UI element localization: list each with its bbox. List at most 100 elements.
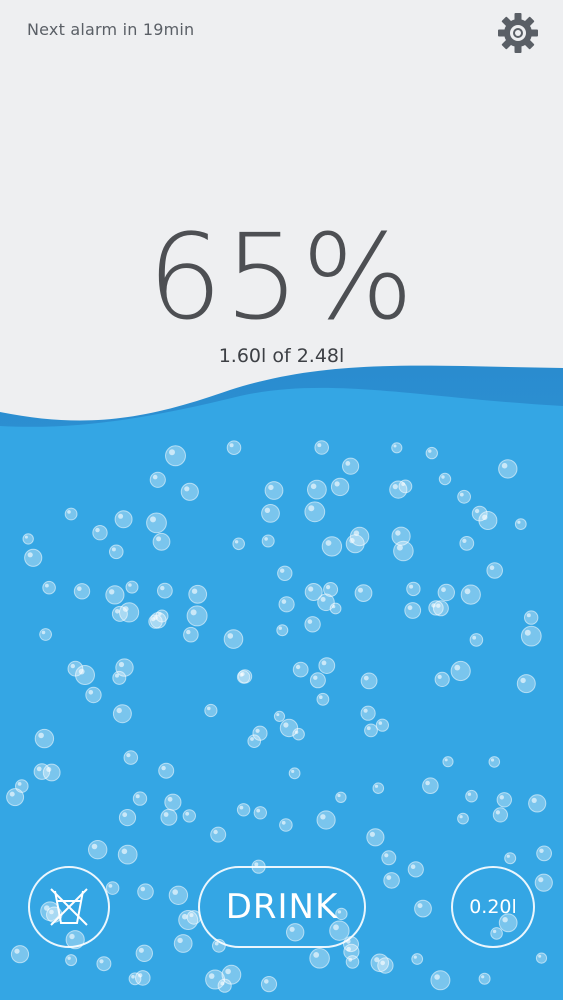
bubble-highlight: [334, 481, 340, 487]
bubble-highlight: [118, 661, 125, 668]
bubble: [92, 525, 108, 541]
bubble-highlight: [462, 538, 467, 543]
bubble: [457, 489, 472, 504]
bubble: [22, 533, 34, 545]
bubble: [217, 978, 232, 993]
bubble: [292, 727, 305, 741]
bubble-highlight: [317, 443, 322, 448]
settings-button[interactable]: [495, 10, 541, 56]
bubble-highlight: [256, 808, 261, 813]
bubble-highlight: [88, 690, 94, 695]
bubble: [278, 596, 295, 613]
bubble-highlight: [308, 586, 314, 592]
bubble: [425, 446, 438, 460]
bubble: [342, 457, 360, 475]
bubble-highlight: [348, 957, 353, 962]
bubble-highlight: [163, 812, 169, 817]
bubble: [345, 955, 360, 969]
bubble: [514, 518, 527, 531]
bubble-highlight: [434, 974, 440, 980]
bubble-highlight: [441, 475, 445, 479]
bubble-highlight: [295, 664, 301, 670]
bubble: [496, 792, 512, 808]
bubble-highlight: [239, 805, 244, 810]
bubble: [438, 472, 452, 486]
bubble-highlight: [472, 635, 477, 640]
bubble-highlight: [36, 766, 42, 772]
bubble: [478, 972, 491, 985]
bubble-highlight: [489, 565, 495, 570]
bubble-highlight: [190, 609, 197, 616]
volume-selector-button[interactable]: 0.20l: [451, 866, 535, 948]
bubble: [88, 840, 108, 860]
bubble: [288, 767, 301, 780]
bubble: [520, 625, 542, 647]
bubble-highlight: [363, 675, 369, 681]
bubble-highlight: [45, 583, 49, 588]
bubble-highlight: [531, 797, 537, 803]
bubble: [528, 794, 547, 813]
bubble: [73, 583, 91, 600]
bubble: [486, 562, 504, 579]
gear-icon: [498, 13, 538, 53]
bubble: [182, 809, 197, 823]
bubble: [125, 580, 139, 594]
bubble-highlight: [250, 737, 254, 741]
bubble-highlight: [384, 853, 389, 858]
bubble: [314, 440, 330, 455]
next-alarm-text: Next alarm in 19min: [27, 20, 195, 39]
bubble: [273, 710, 286, 722]
bubble-highlight: [276, 713, 280, 717]
bubble-highlight: [349, 537, 355, 544]
bubble-highlight: [121, 848, 128, 855]
bubble-highlight: [280, 568, 285, 573]
bubble-highlight: [345, 461, 351, 466]
bubble: [111, 605, 128, 622]
bubble-highlight: [152, 474, 158, 480]
top-bar: Next alarm in 19min: [0, 0, 563, 64]
bubble: [112, 704, 132, 724]
bubble: [118, 809, 137, 827]
bubble-highlight: [138, 973, 143, 978]
bubble: [422, 777, 439, 795]
bubble-highlight: [320, 596, 326, 602]
bubble-highlight: [255, 728, 260, 733]
no-glass-icon: [50, 888, 88, 926]
bubble-highlight: [281, 599, 287, 604]
bubble-highlight: [459, 492, 464, 497]
bubble: [155, 609, 169, 623]
bubble-highlight: [459, 815, 463, 819]
bubble-highlight: [283, 722, 289, 728]
bubble: [253, 806, 267, 820]
bubble-highlight: [91, 843, 98, 850]
drink-button[interactable]: DRINK: [198, 866, 366, 948]
bubble-highlight: [126, 753, 131, 758]
bubble-highlight: [67, 510, 71, 514]
bubble: [117, 844, 138, 865]
bubble-highlight: [363, 708, 368, 713]
bubble: [354, 584, 373, 603]
bubble-highlight: [495, 810, 500, 815]
bubble-highlight: [501, 462, 508, 469]
bubble-highlight: [167, 796, 173, 802]
bubble: [105, 585, 125, 605]
bubble: [115, 658, 134, 677]
bubble-highlight: [41, 630, 46, 635]
bubble: [381, 850, 397, 866]
bubble-highlight: [428, 449, 432, 453]
bubble: [132, 791, 148, 806]
bubble-highlight: [396, 544, 403, 551]
bubble-highlight: [109, 589, 115, 595]
bubble-highlight: [38, 732, 44, 739]
bubble: [292, 661, 309, 678]
skip-drink-button[interactable]: [28, 866, 110, 948]
bubble: [430, 970, 451, 991]
bubble-highlight: [135, 794, 140, 799]
bubble-highlight: [77, 586, 82, 591]
bubble-highlight: [325, 540, 332, 546]
bubble-highlight: [474, 508, 480, 514]
bubble: [65, 954, 78, 967]
bubble: [460, 584, 481, 605]
bubble: [264, 481, 284, 500]
bubble-highlight: [413, 955, 417, 959]
